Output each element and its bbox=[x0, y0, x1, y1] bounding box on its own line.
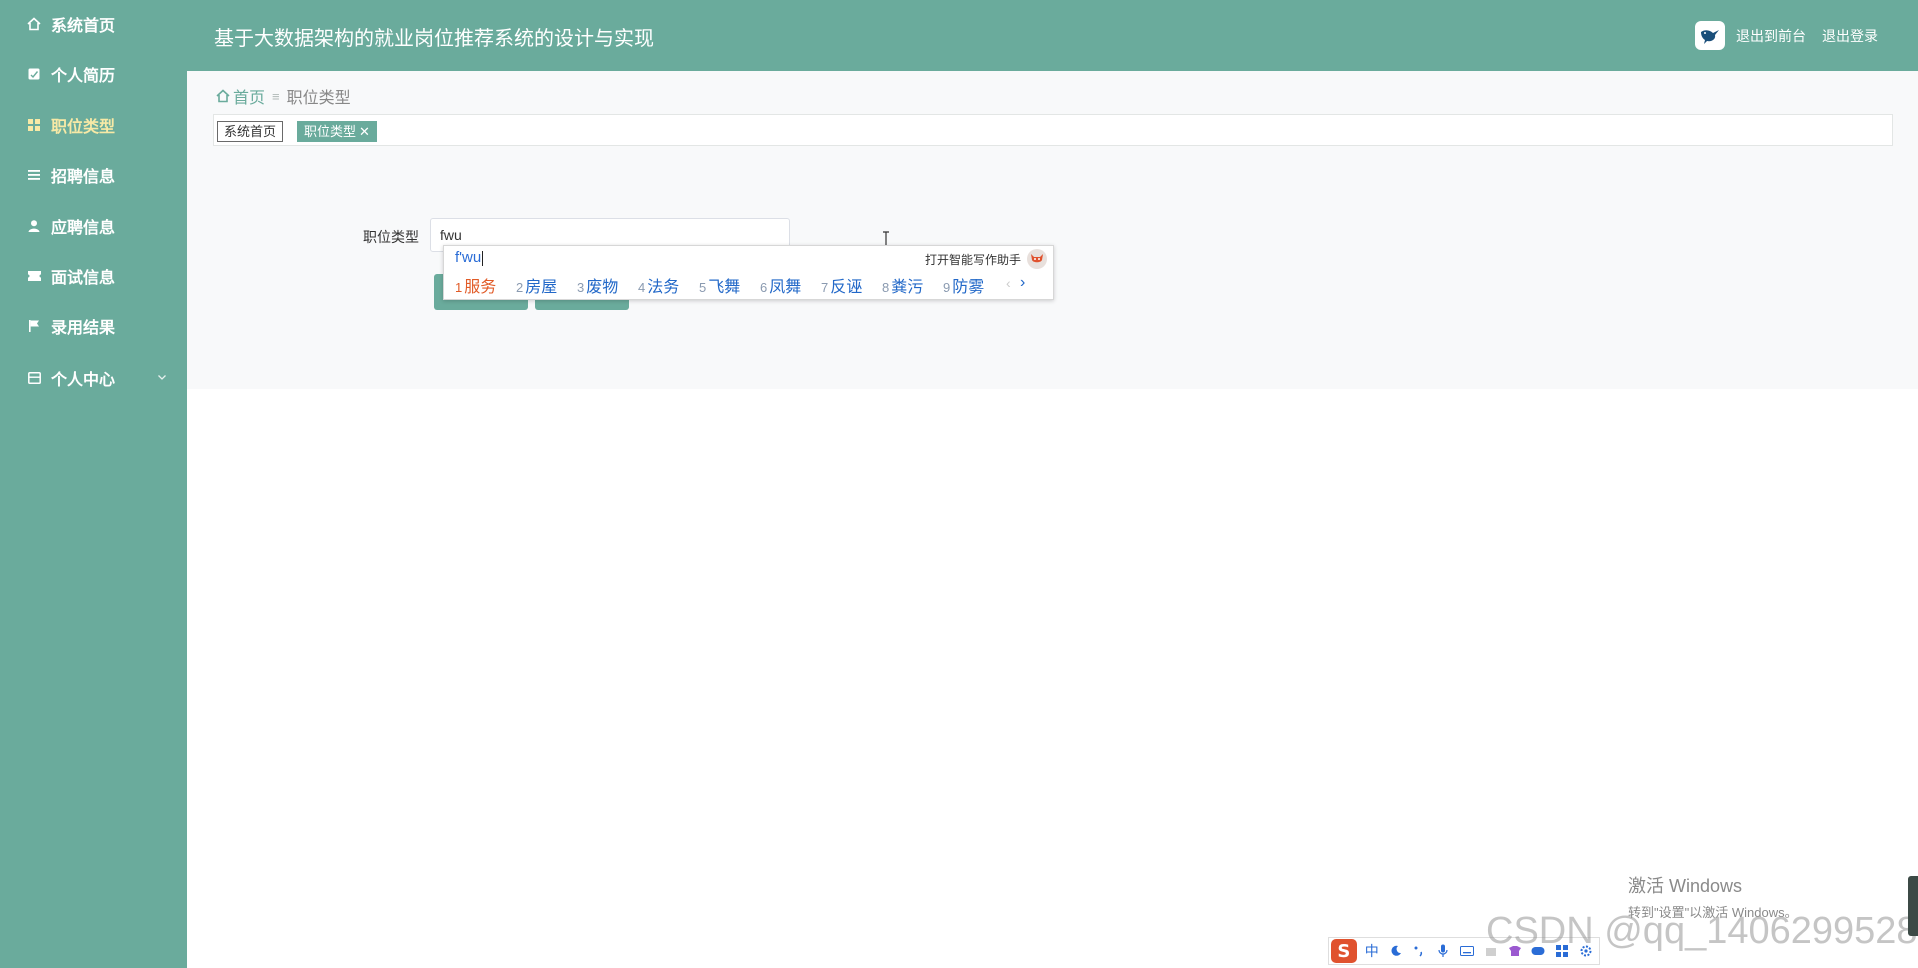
close-icon[interactable]: ✕ bbox=[359, 124, 370, 139]
flag-icon bbox=[26, 318, 42, 334]
keyboard-icon[interactable] bbox=[1456, 940, 1478, 962]
fox-mascot-icon[interactable] bbox=[1027, 249, 1047, 269]
sidebar-item-label: 录用结果 bbox=[51, 320, 116, 337]
home-icon bbox=[215, 88, 231, 104]
ime-next-page-icon[interactable]: › bbox=[1020, 274, 1025, 292]
edge-widget[interactable] bbox=[1908, 876, 1918, 936]
ticket-icon bbox=[26, 268, 42, 284]
sidebar-item-label: 面试信息 bbox=[51, 270, 116, 287]
main-content: 首页 ≡ 职位类型 系统首页 职位类型 ✕ 职位类型 bbox=[187, 71, 1918, 389]
activation-title: 激活 Windows bbox=[1628, 876, 1743, 896]
sidebar-item-personal-center[interactable]: 个人中心 bbox=[0, 358, 187, 398]
ime-composition: f'wu bbox=[455, 249, 484, 266]
sidebar-item-job-type[interactable]: 职位类型 bbox=[0, 105, 187, 145]
csdn-watermark: CSDN @qq_1406299528 bbox=[1486, 910, 1918, 952]
ime-composition-text: f'wu bbox=[455, 249, 482, 266]
sidebar-item-label: 系统首页 bbox=[51, 18, 116, 35]
sidebar-item-interview[interactable]: 面试信息 bbox=[0, 256, 187, 296]
breadcrumb-home-link[interactable]: 首页 bbox=[233, 84, 265, 108]
ime-candidate[interactable]: 3 废物 bbox=[577, 273, 618, 297]
breadcrumb-current: 职位类型 bbox=[286, 90, 351, 107]
sidebar-item-application[interactable]: 应聘信息 bbox=[0, 206, 187, 246]
ime-candidate[interactable]: 2 房屋 bbox=[516, 273, 557, 297]
breadcrumb-separator: ≡ bbox=[272, 88, 280, 104]
sidebar-item-resume[interactable]: 个人简历 bbox=[0, 54, 187, 94]
logout-link[interactable]: 退出登录 bbox=[1822, 26, 1878, 46]
job-type-label: 职位类型 bbox=[363, 229, 419, 245]
ime-candidate[interactable]: 8 粪污 bbox=[882, 273, 923, 297]
ime-candidate[interactable]: 1 服务 bbox=[455, 273, 496, 297]
tags-bar: 系统首页 职位类型 ✕ bbox=[213, 114, 1893, 146]
ime-candidate[interactable]: 4 法务 bbox=[638, 273, 679, 297]
ime-writing-assistant-link[interactable]: 打开智能写作助手 bbox=[925, 251, 1021, 268]
back-to-frontend-link[interactable]: 退出到前台 bbox=[1736, 26, 1806, 46]
ime-candidate[interactable]: 9 防雾 bbox=[943, 273, 984, 297]
sidebar: 系统首页 个人简历 职位类型 招聘信息 应聘信息 面试信息 录用结果 个人中心 bbox=[0, 0, 187, 968]
tag-label: 系统首页 bbox=[224, 124, 277, 139]
sidebar-item-recruitment[interactable]: 招聘信息 bbox=[0, 155, 187, 195]
resume-icon bbox=[26, 66, 42, 82]
sogou-logo-icon[interactable]: S bbox=[1331, 939, 1357, 963]
breadcrumb: 首页 ≡ 职位类型 bbox=[215, 84, 351, 108]
sidebar-item-label: 应聘信息 bbox=[51, 220, 116, 237]
sidebar-item-hiring-result[interactable]: 录用结果 bbox=[0, 306, 187, 346]
list-icon bbox=[26, 167, 42, 183]
microphone-icon[interactable] bbox=[1432, 940, 1454, 962]
ime-candidate[interactable]: 5 飞舞 bbox=[699, 273, 740, 297]
user-icon bbox=[26, 218, 42, 234]
avatar[interactable] bbox=[1695, 21, 1725, 50]
grid-icon bbox=[26, 117, 42, 133]
top-header: 基于大数据架构的就业岗位推荐系统的设计与实现 退出到前台 退出登录 bbox=[187, 0, 1918, 71]
ime-candidate[interactable]: 7 反诬 bbox=[821, 273, 862, 297]
sidebar-item-home[interactable]: 系统首页 bbox=[0, 4, 187, 44]
tag-system-home[interactable]: 系统首页 bbox=[217, 121, 284, 142]
ime-prev-page-icon[interactable]: ‹ bbox=[1006, 275, 1011, 291]
moon-icon[interactable] bbox=[1385, 940, 1407, 962]
panel-icon bbox=[26, 370, 42, 386]
ime-candidate[interactable]: 6 凤舞 bbox=[760, 273, 801, 297]
tag-label: 职位类型 bbox=[304, 124, 357, 139]
sidebar-item-label: 招聘信息 bbox=[51, 169, 116, 186]
sidebar-item-label: 职位类型 bbox=[51, 119, 116, 136]
app-title: 基于大数据架构的就业岗位推荐系统的设计与实现 bbox=[214, 28, 654, 50]
ime-candidate-popup: f'wu 打开智能写作助手 1 服务 2 房屋 3 废物 4 法务 5 飞舞 6 凤舞 7反… bbox=[443, 245, 1054, 300]
ime-mode-toggle[interactable]: 中 bbox=[1361, 940, 1383, 962]
punctuation-icon[interactable] bbox=[1408, 940, 1430, 962]
chevron-down-icon bbox=[155, 370, 169, 384]
sidebar-item-label: 个人中心 bbox=[51, 372, 116, 389]
sidebar-item-label: 个人简历 bbox=[51, 68, 116, 85]
home-icon bbox=[26, 16, 42, 32]
tag-job-type[interactable]: 职位类型 ✕ bbox=[297, 121, 377, 142]
bird-logo-icon bbox=[1701, 29, 1719, 44]
